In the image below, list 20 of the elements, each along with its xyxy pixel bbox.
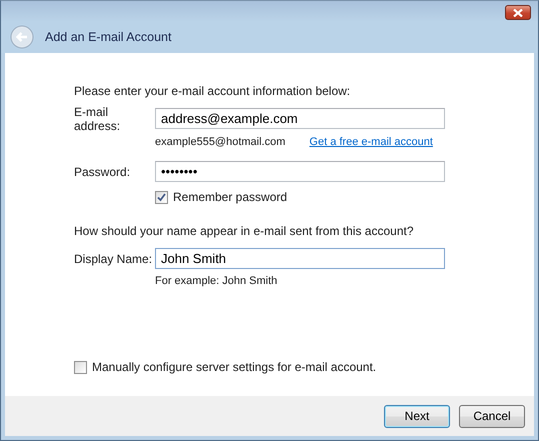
- checkbox-label: Manually configure server settings for e-mail account.: [92, 360, 376, 374]
- checkbox[interactable]: [155, 190, 168, 204]
- checkbox[interactable]: [74, 360, 87, 374]
- field-label: Display Name:: [74, 252, 154, 266]
- dialog-button[interactable]: Cancel: [459, 404, 525, 428]
- input-field[interactable]: John Smith: [155, 248, 445, 269]
- hint-text: example555@hotmail.com: [155, 136, 286, 150]
- checkbox-label: Remember password: [173, 190, 288, 204]
- hint-text: For example: John Smith: [155, 275, 278, 287]
- field-label: Password:: [74, 164, 132, 178]
- dialog-button[interactable]: Next: [384, 404, 450, 428]
- close-button[interactable]: [505, 5, 531, 20]
- input-field[interactable]: ••••••••: [155, 161, 445, 182]
- link[interactable]: Get a free e-mail account: [309, 136, 433, 150]
- window-title: Add an E-mail Account: [45, 30, 172, 44]
- input-field[interactable]: address@example.com: [155, 108, 445, 129]
- question-text: How should your name appear in e-mail sent from this account?: [74, 224, 415, 238]
- close-icon: [513, 8, 523, 16]
- field-label: E-mail address:: [74, 104, 122, 132]
- instruction-text: Please enter your e-mail account information below:: [74, 84, 352, 98]
